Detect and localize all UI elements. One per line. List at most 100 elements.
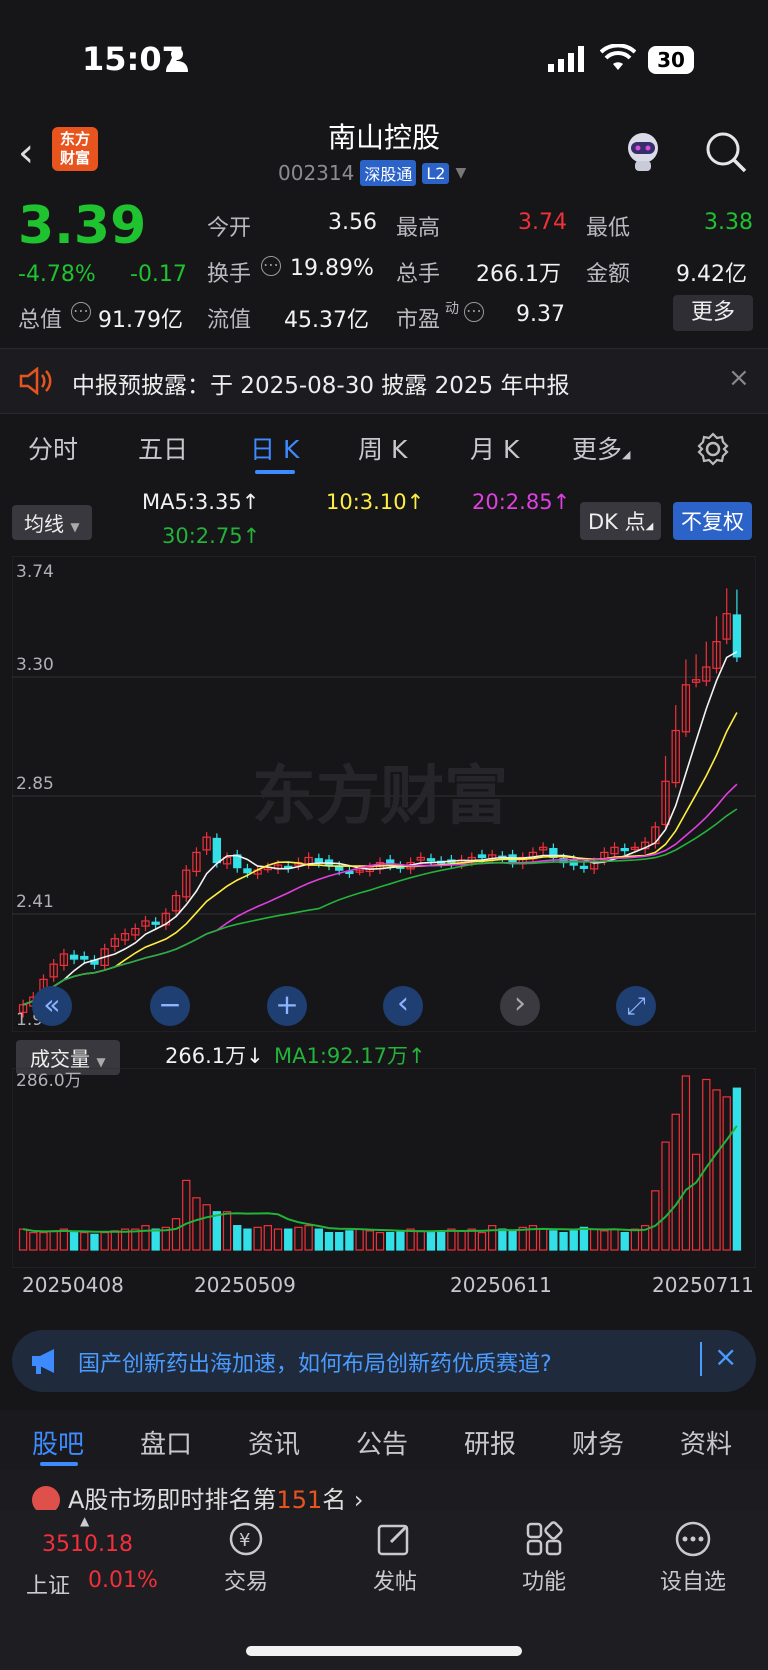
- tab-finance[interactable]: 财务: [572, 1424, 624, 1461]
- trade-button[interactable]: ¥ 交易: [196, 1520, 296, 1596]
- info-icon[interactable]: ⋯: [261, 256, 281, 276]
- person-icon: [166, 48, 188, 72]
- tab-guba[interactable]: 股吧: [32, 1424, 84, 1461]
- active-tab-indicator: [40, 1462, 78, 1466]
- volume-bar: [396, 1230, 405, 1251]
- tab-5day[interactable]: 五日: [138, 430, 188, 466]
- tab-monthly-k[interactable]: 月 K: [470, 430, 519, 466]
- open-value: 3.56: [328, 210, 377, 235]
- volume-bar: [222, 1211, 232, 1251]
- banner-text: 国产创新药出海加速，如何布局创新药优质赛道?: [78, 1352, 552, 1377]
- volume-bar: [375, 1232, 385, 1251]
- kline-chart[interactable]: 东方财富 3.74 3.30 2.85 2.41 1.96 « − + ‹ › …: [11, 555, 757, 1033]
- ma-selector[interactable]: 均线 ▼: [12, 505, 92, 540]
- volume-bar: [559, 1232, 568, 1251]
- next-button[interactable]: ›: [500, 986, 540, 1026]
- change-pct: -4.78%: [18, 262, 96, 287]
- stock-header: ‹ 东方 财富 南山控股 002314 深股通 L2 ▼: [0, 110, 768, 190]
- promo-banner[interactable]: 国产创新药出海加速，如何布局创新药优质赛道? ×: [12, 1330, 756, 1392]
- tab-profile[interactable]: 资料: [680, 1424, 732, 1461]
- caret-up-icon: ▲: [80, 1514, 90, 1528]
- volume-bar: [589, 1228, 599, 1251]
- volume-max-label: 286.0万: [16, 1071, 82, 1091]
- svg-text:¥: ¥: [239, 1530, 250, 1551]
- watermark: 东方财富: [252, 760, 508, 834]
- volume-chart[interactable]: 286.0万: [11, 1067, 757, 1269]
- volume-bar: [437, 1230, 446, 1251]
- tab-intraday[interactable]: 分时: [28, 430, 78, 466]
- close-icon[interactable]: ×: [714, 1340, 737, 1373]
- divider: [700, 1342, 702, 1376]
- volume-bar: [141, 1225, 150, 1251]
- volume-bar: [426, 1232, 436, 1251]
- date-label: 20250408: [22, 1273, 124, 1297]
- volume-bar: [39, 1232, 48, 1251]
- volume-bar: [202, 1204, 211, 1251]
- date-label: 20250611: [450, 1273, 552, 1297]
- volume-ma1: MA1:92.17万↑: [274, 1044, 426, 1068]
- volume-bar: [569, 1230, 578, 1251]
- close-icon[interactable]: ×: [728, 363, 750, 393]
- post-button[interactable]: 发帖: [345, 1520, 445, 1596]
- volume-bar: [538, 1228, 548, 1251]
- volume-value: 266.1万: [476, 262, 561, 287]
- dk-point-button[interactable]: DK 点◢: [580, 502, 662, 540]
- volume-bar: [681, 1075, 691, 1251]
- volume-bar: [49, 1230, 58, 1251]
- adjust-toggle[interactable]: 不复权: [673, 502, 752, 540]
- yen-icon: ¥: [229, 1522, 263, 1556]
- kline-svg: 东方财富 3.74 3.30 2.85 2.41 1.96: [11, 555, 757, 1033]
- volume-bar: [447, 1228, 456, 1251]
- index-value[interactable]: 3510.18: [42, 1532, 133, 1557]
- robot-assistant-icon[interactable]: [620, 128, 666, 174]
- tab-daily-k[interactable]: 日 K: [250, 430, 299, 466]
- float-label: 流值: [207, 308, 252, 333]
- prev-button[interactable]: ‹: [383, 986, 423, 1026]
- tab-research[interactable]: 研报: [464, 1424, 516, 1461]
- volume-bar: [620, 1232, 629, 1251]
- volume-bar: [69, 1232, 79, 1251]
- level2-badge: L2: [422, 162, 450, 184]
- add-watchlist-button[interactable]: 设自选: [643, 1520, 743, 1596]
- notice-bar[interactable]: 中报预披露：于 2025-08-30 披露 2025 年中报 ×: [0, 348, 768, 414]
- hk-connect-badge: 深股通: [360, 160, 417, 186]
- zoom-in-button[interactable]: +: [267, 986, 307, 1026]
- expand-icon[interactable]: ⤢: [616, 986, 656, 1026]
- status-bar: 15:07 30: [0, 0, 768, 110]
- ma5-value: MA5:3.35↑: [142, 490, 260, 514]
- volume-bar: [457, 1230, 466, 1251]
- y-tick: 3.74: [16, 562, 54, 582]
- tab-more[interactable]: 更多◢: [572, 430, 630, 466]
- volume-bar: [406, 1228, 415, 1251]
- volume-bar: [661, 1141, 670, 1251]
- tab-news[interactable]: 资讯: [248, 1424, 300, 1461]
- settings-gear-icon[interactable]: [696, 432, 730, 466]
- low-label: 最低: [586, 216, 631, 241]
- info-icon[interactable]: ⋯: [71, 302, 91, 322]
- candle-body: [579, 865, 589, 869]
- search-icon[interactable]: [704, 130, 748, 174]
- candle-body: [212, 837, 222, 864]
- turnover-value: 19.89%: [290, 256, 374, 281]
- volume-bar: [416, 1230, 425, 1251]
- zoom-out-button[interactable]: −: [150, 986, 190, 1026]
- stock-code-line[interactable]: 002314 深股通 L2 ▼: [278, 160, 466, 186]
- tab-announcements[interactable]: 公告: [356, 1424, 408, 1461]
- ranking-text: A股市场即时排名第151名 ›: [68, 1486, 364, 1510]
- mcap-value: 91.79亿: [98, 308, 183, 333]
- open-label: 今开: [207, 216, 252, 241]
- y-tick: 2.41: [16, 892, 54, 912]
- more-dots-icon: [675, 1521, 711, 1557]
- more-button[interactable]: 更多: [673, 295, 753, 331]
- tab-weekly-k[interactable]: 周 K: [358, 430, 407, 466]
- volume-bar: [386, 1232, 395, 1251]
- function-button[interactable]: 功能: [494, 1520, 594, 1596]
- volume-bar: [345, 1230, 354, 1251]
- content-tabs: 股吧 盘口 资讯 公告 研报 财务 资料: [0, 1410, 768, 1470]
- ranking-strip[interactable]: A股市场即时排名第151名 ›: [0, 1470, 768, 1510]
- tab-pankou[interactable]: 盘口: [140, 1424, 192, 1461]
- info-icon[interactable]: ⋯: [464, 302, 484, 322]
- pe-dynamic-mark: 动: [445, 301, 459, 317]
- scroll-left-button[interactable]: «: [32, 986, 72, 1026]
- volume-bar: [110, 1230, 120, 1251]
